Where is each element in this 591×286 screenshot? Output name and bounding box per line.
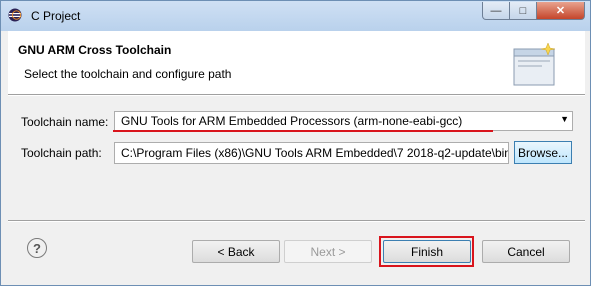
close-button[interactable]: ✕	[537, 2, 585, 20]
banner-divider-highlight	[8, 95, 585, 96]
footer-divider-highlight	[8, 221, 585, 222]
highlight-underline	[113, 130, 493, 132]
finish-highlight-box	[379, 236, 474, 267]
page-description: Select the toolchain and configure path	[24, 67, 232, 81]
toolchain-path-label: Toolchain path:	[21, 146, 102, 160]
maximize-button[interactable]: □	[510, 2, 537, 20]
dialog-window: C Project — □ ✕ GNU ARM Cross Toolchain …	[0, 0, 591, 286]
browse-button[interactable]: Browse...	[514, 141, 572, 164]
toolchain-path-input[interactable]: C:\Program Files (x86)\GNU Tools ARM Emb…	[114, 142, 509, 164]
eclipse-icon	[8, 8, 22, 22]
toolchain-name-value: GNU Tools for ARM Embedded Processors (a…	[121, 114, 463, 128]
minimize-button[interactable]: —	[482, 2, 510, 20]
back-button[interactable]: < Back	[192, 240, 280, 263]
minimize-icon: —	[490, 4, 502, 17]
toolchain-name-select[interactable]: GNU Tools for ARM Embedded Processors (a…	[114, 111, 573, 131]
page-title: GNU ARM Cross Toolchain	[18, 43, 172, 57]
window-title: C Project	[31, 9, 81, 23]
dropdown-arrow-icon[interactable]: ▼	[560, 114, 569, 124]
wizard-banner: GNU ARM Cross Toolchain Select the toolc…	[8, 31, 585, 94]
new-project-wizard-icon	[513, 42, 556, 86]
close-icon: ✕	[555, 5, 566, 17]
toolchain-path-value: C:\Program Files (x86)\GNU Tools ARM Emb…	[121, 146, 509, 160]
cancel-button[interactable]: Cancel	[482, 240, 570, 263]
toolchain-name-label: Toolchain name:	[21, 115, 109, 129]
next-button[interactable]: Next >	[284, 240, 372, 263]
maximize-icon: □	[519, 4, 527, 17]
title-bar[interactable]: C Project — □ ✕	[1, 1, 590, 31]
help-icon[interactable]: ?	[27, 238, 47, 258]
